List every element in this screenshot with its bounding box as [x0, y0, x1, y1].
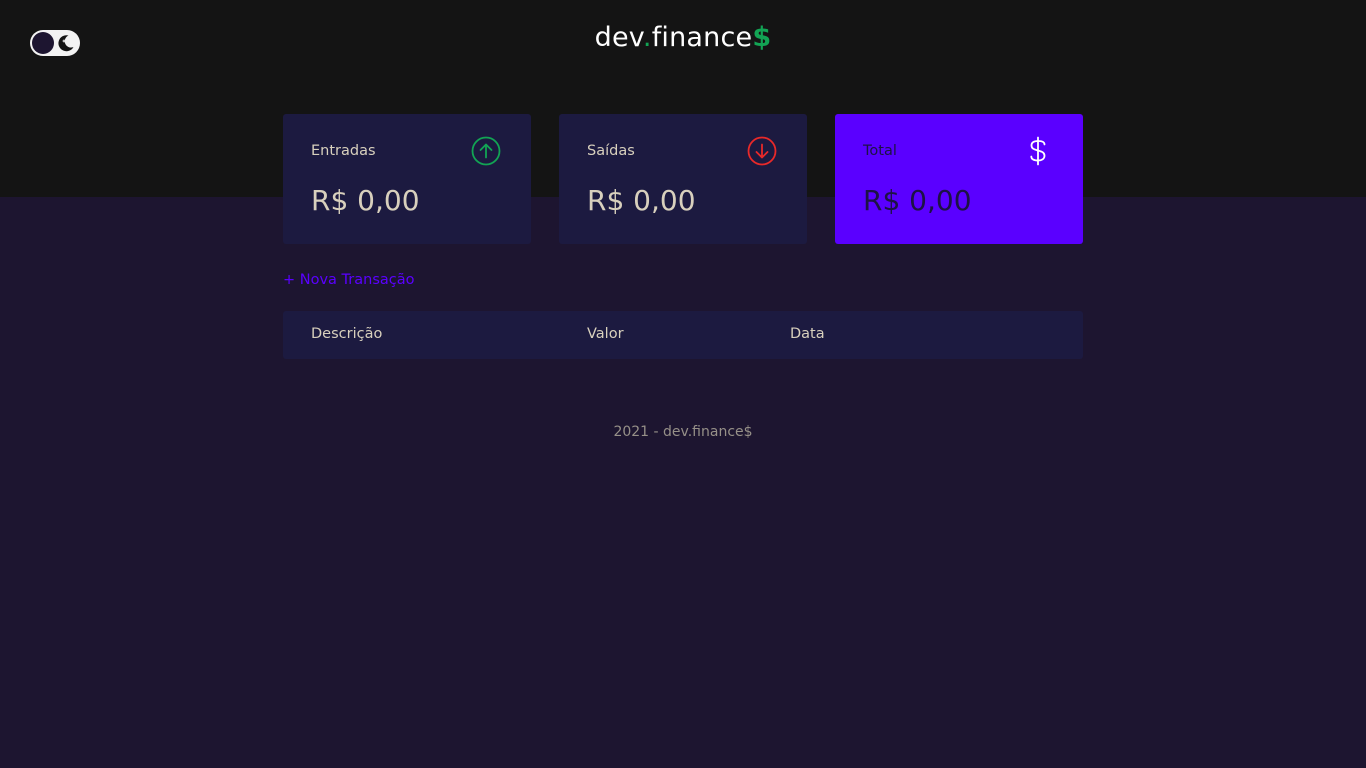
app-logo: dev.finance$ [0, 22, 1366, 53]
new-transaction-button[interactable]: + Nova Transação [283, 272, 414, 288]
arrow-down-circle-icon [747, 136, 777, 166]
footer: 2021 - dev.finance$ [0, 424, 1366, 440]
total-amount: R$ 0,00 [863, 184, 972, 217]
expense-amount: R$ 0,00 [587, 184, 696, 217]
dollar-icon [1030, 136, 1046, 166]
logo-main: dev [594, 22, 643, 53]
arrow-up-circle-icon [471, 136, 501, 166]
logo-dollar: $ [752, 22, 772, 53]
total-title: Total [863, 143, 897, 159]
logo-dot: . [642, 22, 652, 53]
column-header-description: Descrição [311, 326, 383, 342]
income-card: Entradas R$ 0,00 [283, 114, 531, 244]
logo-rest: finance [651, 22, 753, 53]
total-card: Total R$ 0,00 [835, 114, 1083, 244]
expense-card: Saídas R$ 0,00 [559, 114, 807, 244]
column-header-date: Data [790, 326, 825, 342]
income-amount: R$ 0,00 [311, 184, 420, 217]
column-header-value: Valor [587, 326, 624, 342]
income-title: Entradas [311, 143, 376, 159]
footer-text: 2021 - dev.finance$ [613, 424, 753, 440]
transactions-table-header: Descrição Valor Data [283, 311, 1083, 359]
expense-title: Saídas [587, 143, 635, 159]
